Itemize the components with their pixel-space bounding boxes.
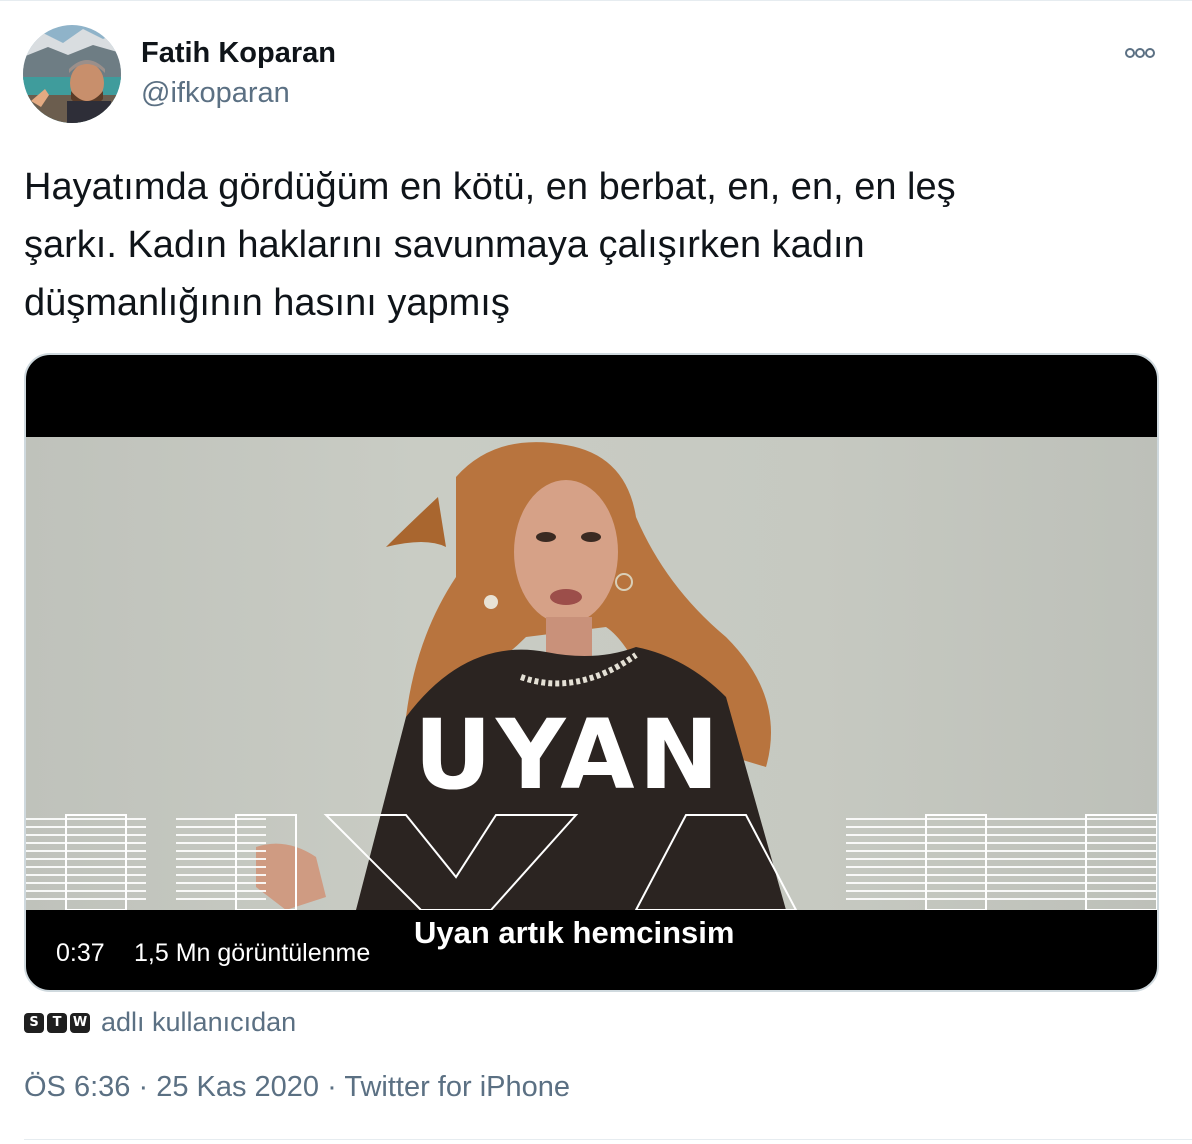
video-duration: 0:37 <box>56 939 105 967</box>
attribution-text: adlı kullanıcıdan <box>101 1007 297 1037</box>
author-name[interactable]: Fatih Koparan <box>141 37 336 70</box>
tweet-text-line: şarkı. Kadın haklarını savunmaya çalışır… <box>24 224 865 266</box>
tweet-text: Hayatımda gördüğüm en kötü, en berbat, e… <box>24 158 1144 332</box>
author-handle[interactable]: @ifkoparan <box>141 77 290 110</box>
tweet-card: Fatih Koparan @ifkoparan Hayatımda gördü… <box>0 0 1192 1144</box>
avatar[interactable] <box>23 25 121 123</box>
attribution-badge: S <box>24 1012 44 1033</box>
meta-separator: · <box>327 1071 337 1103</box>
meta-separator: · <box>138 1071 149 1103</box>
tweet-metadata: ÖS 6:36 · 25 Kas 2020 · Twitter for iPho… <box>24 1071 570 1104</box>
video-attribution[interactable]: S T W adlı kullanıcıdan <box>24 1007 296 1038</box>
attribution-badge: T <box>47 1012 67 1033</box>
more-dots-icon <box>1125 48 1155 58</box>
video-player[interactable]: UYAN Uyan artık hemcinsim 0:37 1,5 Mn gö… <box>24 353 1159 992</box>
video-frame: UYAN <box>26 437 1157 910</box>
divider <box>24 1139 1192 1140</box>
video-caption: Uyan artık hemcinsim <box>414 915 735 950</box>
video-view-count: 1,5 Mn görüntülenme <box>134 939 371 967</box>
attribution-badge: W <box>70 1012 90 1033</box>
tweet-text-line: düşmanlığının hasını yapmış <box>24 282 510 324</box>
video-still-image <box>26 442 1157 910</box>
tweet-time[interactable]: ÖS 6:36 <box>24 1071 130 1103</box>
tweet-source[interactable]: Twitter for iPhone <box>344 1071 570 1103</box>
video-overlay-title: UYAN <box>414 699 723 811</box>
tweet-date[interactable]: 25 Kas 2020 <box>156 1071 319 1103</box>
more-button[interactable] <box>1118 39 1162 67</box>
tweet-text-line: Hayatımda gördüğüm en kötü, en berbat, e… <box>24 166 956 208</box>
avatar-photo <box>23 25 121 123</box>
